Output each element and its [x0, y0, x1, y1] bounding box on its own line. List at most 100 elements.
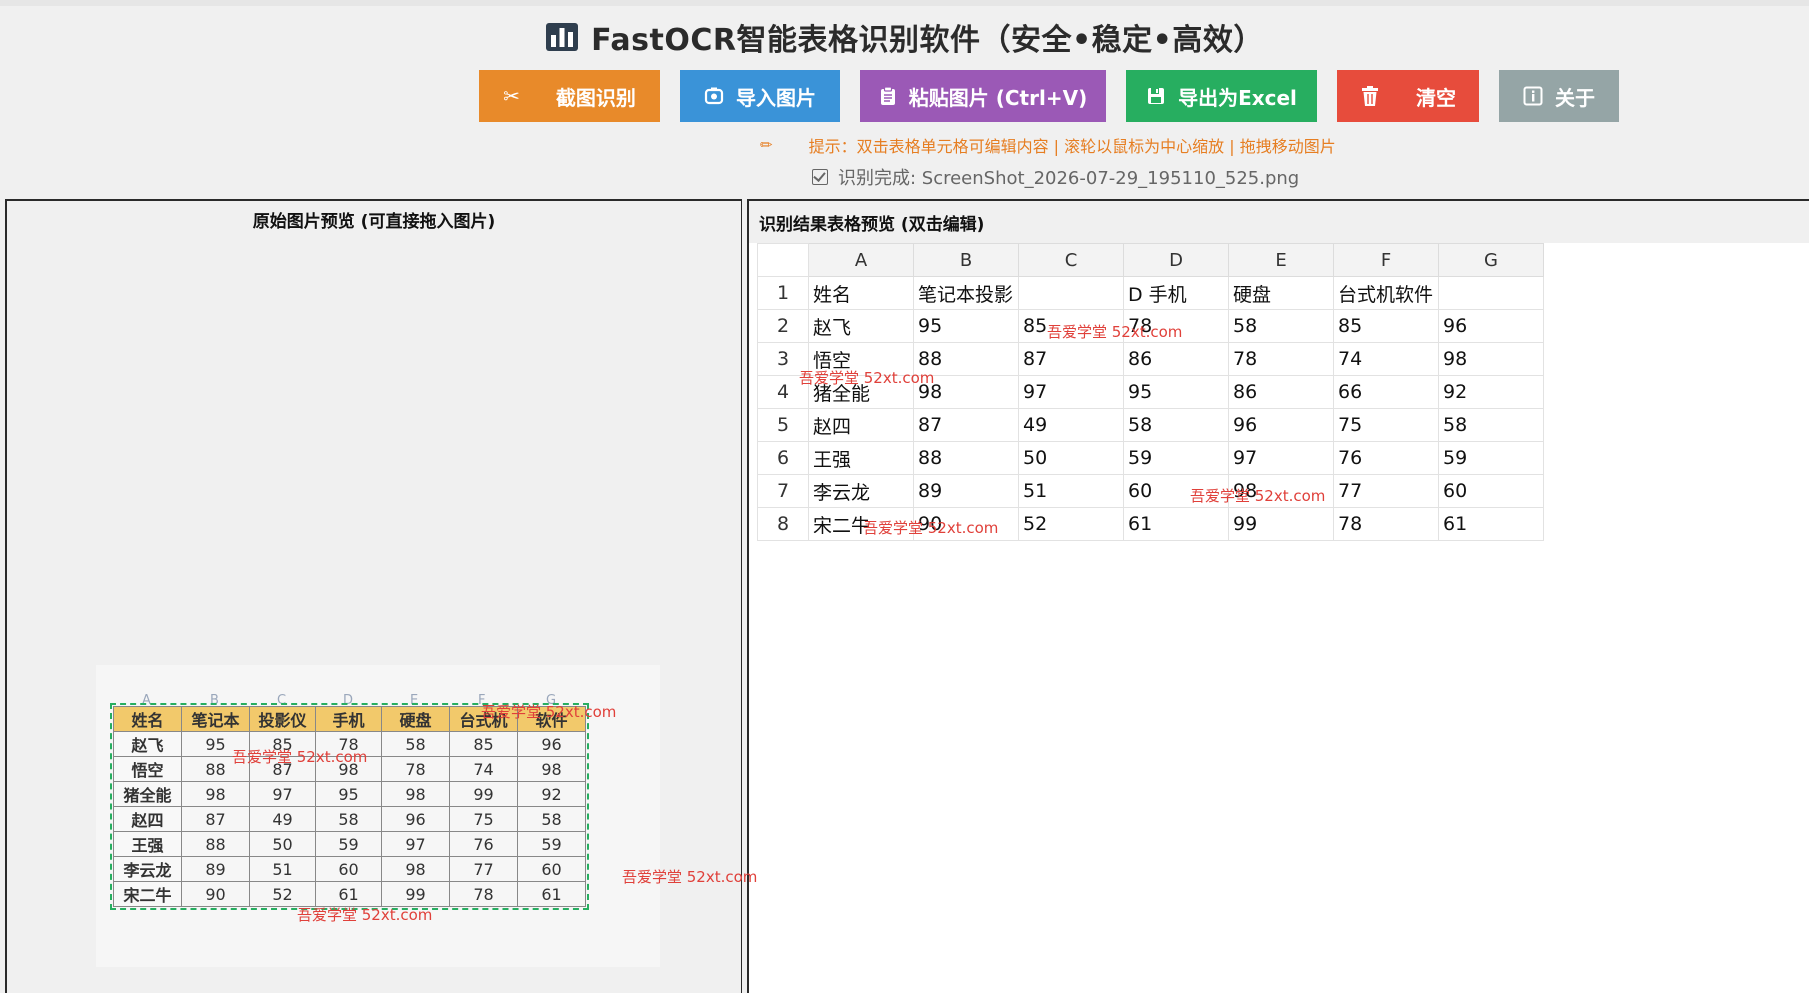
preview-row: 悟空 88 87 98 78 74 98 [113, 756, 586, 782]
table-row: 2 赵飞 95 85 78 58 85 96 [757, 309, 1544, 343]
table-cell[interactable]: 59 [1123, 441, 1229, 475]
table-cell[interactable]: 58 [1123, 408, 1229, 442]
table-cell[interactable]: 笔记本投影 [913, 276, 1019, 310]
preview-cell: 58 [381, 731, 450, 757]
table-cell[interactable]: 51 [1018, 474, 1124, 508]
preview-cell: 78 [381, 756, 450, 782]
table-cell[interactable]: 95 [1123, 375, 1229, 409]
column-header-g[interactable]: G [1438, 243, 1544, 277]
about-button[interactable]: 关于 [1499, 70, 1619, 122]
table-cell[interactable]: 赵四 [808, 408, 914, 442]
preview-cell: 87 [249, 756, 316, 782]
table-cell[interactable]: 97 [1228, 441, 1334, 475]
table-cell[interactable]: 49 [1018, 408, 1124, 442]
preview-cell: 李云龙 [113, 856, 182, 882]
column-header-b[interactable]: B [913, 243, 1019, 277]
table-cell[interactable]: 95 [913, 309, 1019, 343]
result-spreadsheet[interactable]: A B C D E F G 1 姓名 笔记本投影 D 手机 硬盘 台式机软件 2 赵飞 95 85 78 58 85 9… [757, 243, 1544, 541]
export-excel-button[interactable]: 导出为Excel [1126, 70, 1317, 122]
table-cell[interactable]: 98 [913, 375, 1019, 409]
column-header-d[interactable]: D [1123, 243, 1229, 277]
table-cell[interactable]: 87 [1018, 342, 1124, 376]
table-cell[interactable] [1018, 276, 1124, 310]
table-cell[interactable]: 85 [1333, 309, 1439, 343]
table-cell[interactable]: 92 [1438, 375, 1544, 409]
table-cell[interactable]: 硬盘 [1228, 276, 1334, 310]
row-header[interactable]: 8 [757, 507, 809, 541]
table-cell[interactable]: 88 [913, 441, 1019, 475]
result-table-panel[interactable]: 识别结果表格预览 (双击编辑) A B C D E F G 1 姓名 笔记本投影 D 手机 硬盘 台式机… [747, 199, 1809, 993]
table-cell[interactable]: 98 [1438, 342, 1544, 376]
table-cell[interactable]: 悟空 [808, 342, 914, 376]
table-cell[interactable]: 猪全能 [808, 375, 914, 409]
table-cell[interactable] [1438, 276, 1544, 310]
table-cell[interactable]: 90 [913, 507, 1019, 541]
table-cell[interactable]: 85 [1018, 309, 1124, 343]
about-label: 关于 [1555, 85, 1595, 110]
preview-cell: 52 [249, 881, 316, 907]
table-cell[interactable]: 52 [1018, 507, 1124, 541]
table-cell[interactable]: 77 [1333, 474, 1439, 508]
table-cell[interactable]: 75 [1333, 408, 1439, 442]
table-cell[interactable]: 王强 [808, 441, 914, 475]
table-cell[interactable]: 姓名 [808, 276, 914, 310]
table-cell[interactable]: 99 [1228, 507, 1334, 541]
table-cell[interactable]: 台式机软件 [1333, 276, 1439, 310]
app-title: FastOCR智能表格识别软件（安全•稳定•高效） [591, 23, 1264, 58]
row-header[interactable]: 5 [757, 408, 809, 442]
column-header-c[interactable]: C [1018, 243, 1124, 277]
original-image-panel[interactable]: 原始图片预览 (可直接拖入图片) ABCDEFG 姓名 笔记本 投影仪 手机 硬盘 台式机… [5, 199, 742, 993]
table-cell[interactable]: 78 [1333, 507, 1439, 541]
preview-cell: 98 [181, 781, 250, 807]
clear-button[interactable]: 清空 [1337, 70, 1479, 122]
preview-header-cell: 硬盘 [381, 706, 450, 732]
column-header-e[interactable]: E [1228, 243, 1334, 277]
table-cell[interactable]: 78 [1228, 342, 1334, 376]
row-header[interactable]: 4 [757, 375, 809, 409]
table-cell[interactable]: 宋二牛 [808, 507, 914, 541]
paste-image-button[interactable]: 粘贴图片 (Ctrl+V) [860, 70, 1106, 122]
column-header-a[interactable]: A [808, 243, 914, 277]
preview-cell: 51 [249, 856, 316, 882]
table-cell[interactable]: 87 [913, 408, 1019, 442]
row-header[interactable]: 1 [757, 276, 809, 310]
hint-text: 提示：双击表格单元格可编辑内容 | 滚轮以鼠标为中心缩放 | 拖拽移动图片 [808, 137, 1336, 156]
table-cell[interactable]: 86 [1123, 342, 1229, 376]
table-cell[interactable]: 61 [1123, 507, 1229, 541]
preview-header-cell: 笔记本 [181, 706, 250, 732]
table-cell[interactable]: 赵飞 [808, 309, 914, 343]
table-cell[interactable]: 58 [1228, 309, 1334, 343]
table-cell[interactable]: 74 [1333, 342, 1439, 376]
table-cell[interactable]: 78 [1123, 309, 1229, 343]
column-header-f[interactable]: F [1333, 243, 1439, 277]
table-cell[interactable]: 97 [1018, 375, 1124, 409]
corner-cell[interactable] [757, 243, 809, 277]
table-cell[interactable]: 86 [1228, 375, 1334, 409]
preview-cell: 49 [249, 806, 316, 832]
table-cell[interactable]: 76 [1333, 441, 1439, 475]
table-cell[interactable]: 59 [1438, 441, 1544, 475]
row-header[interactable]: 6 [757, 441, 809, 475]
row-header[interactable]: 7 [757, 474, 809, 508]
row-header[interactable]: 2 [757, 309, 809, 343]
table-cell[interactable]: 60 [1438, 474, 1544, 508]
preview-cell: 90 [181, 881, 250, 907]
table-cell[interactable]: 58 [1438, 408, 1544, 442]
bar-chart-icon [546, 23, 579, 51]
table-cell[interactable]: 88 [913, 342, 1019, 376]
import-image-button[interactable]: 导入图片 [680, 70, 840, 122]
result-panel-header: 识别结果表格预览 (双击编辑) [749, 201, 1809, 243]
table-cell[interactable]: 89 [913, 474, 1019, 508]
table-cell[interactable]: 61 [1438, 507, 1544, 541]
table-cell[interactable]: 50 [1018, 441, 1124, 475]
table-cell[interactable]: 96 [1228, 408, 1334, 442]
table-cell[interactable]: 98 [1228, 474, 1334, 508]
table-cell[interactable]: 96 [1438, 309, 1544, 343]
screenshot-ocr-button[interactable]: ✂ 截图识别 [479, 70, 660, 122]
original-image-preview[interactable]: ABCDEFG 姓名 笔记本 投影仪 手机 硬盘 台式机 软件 赵飞 95 85 78 58 85 96 悟… [96, 665, 660, 967]
table-cell[interactable]: D 手机 [1123, 276, 1229, 310]
table-cell[interactable]: 66 [1333, 375, 1439, 409]
row-header[interactable]: 3 [757, 342, 809, 376]
table-cell[interactable]: 60 [1123, 474, 1229, 508]
table-cell[interactable]: 李云龙 [808, 474, 914, 508]
